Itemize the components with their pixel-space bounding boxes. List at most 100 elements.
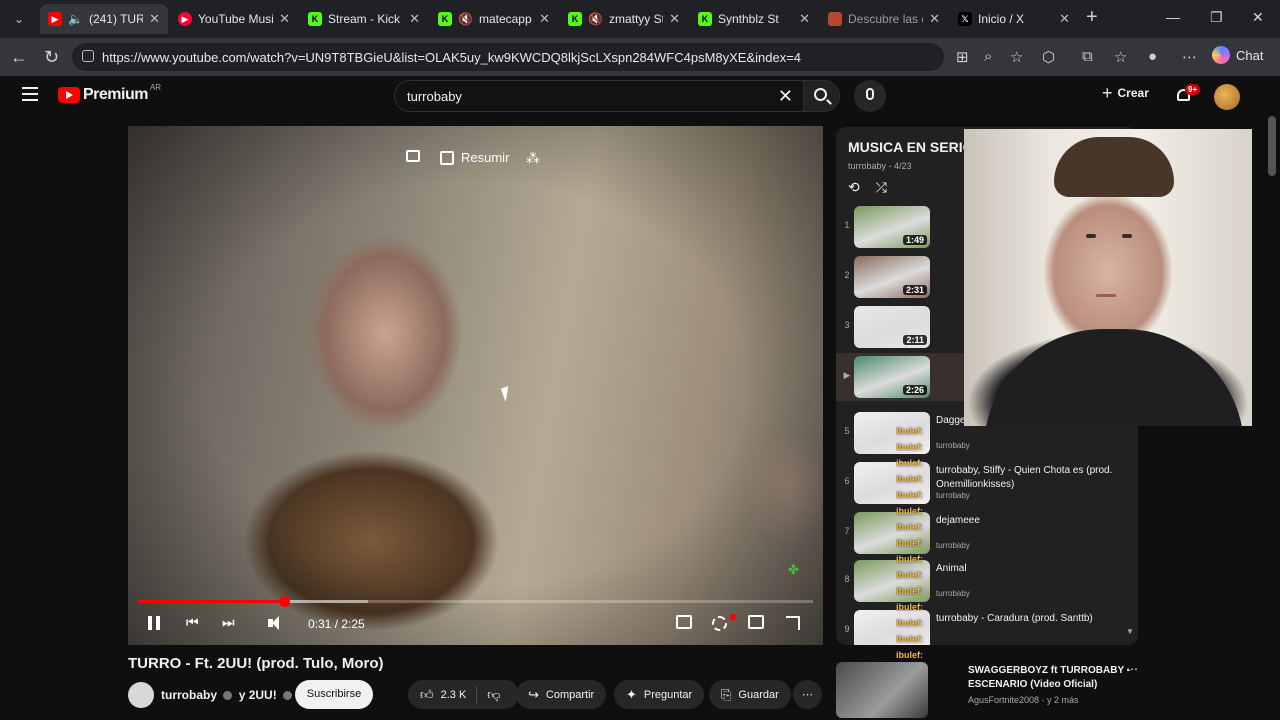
summary-icon [440, 150, 454, 165]
playlist-item-index: 9 [844, 624, 850, 634]
close-tab-icon[interactable]: ✕ [409, 11, 420, 27]
chat-username: ibulef: [896, 426, 923, 436]
recommended-video[interactable]: SWAGGERBOYZ ft TURROBABY - ESCENARIO (Vi… [836, 660, 1146, 720]
fullscreen-icon[interactable] [786, 616, 800, 630]
recommended-title[interactable]: SWAGGERBOYZ ft TURROBABY - ESCENARIO (Vi… [968, 664, 1138, 692]
split-screen-icon[interactable]: ⧉ [1082, 48, 1093, 65]
url-field[interactable]: https://www.youtube.com/watch?v=UN9T8TBG… [72, 43, 944, 71]
create-button[interactable]: + Crear [1102, 84, 1149, 102]
close-tab-icon[interactable]: ✕ [669, 11, 680, 27]
previous-track-icon[interactable]: ⏮ [186, 614, 199, 631]
zoom-icon[interactable]: ⌕ [984, 48, 992, 65]
recommended-thumbnail[interactable] [836, 662, 928, 718]
tab-label: (241) TURR [88, 12, 144, 26]
volume-icon[interactable] [268, 616, 282, 630]
next-track-icon[interactable]: ⏭ [222, 614, 235, 631]
tab-synthblz[interactable]: K Synthblz St ✕ [690, 4, 818, 34]
reload-icon[interactable]: ↻ [44, 47, 59, 68]
close-tab-icon[interactable]: ✕ [929, 11, 940, 27]
page-scrollbar[interactable] [1268, 116, 1276, 176]
muted-speaker-icon[interactable]: 🔇 [458, 12, 473, 26]
more-options-icon[interactable]: ⋯ [1126, 662, 1138, 676]
apps-grid-icon[interactable]: ⊞ [956, 48, 969, 66]
video-title: TURRO - Ft. 2UU! (prod. Tulo, Moro) [128, 655, 384, 672]
playlist-item-index: 2 [844, 270, 850, 280]
playlist-item-thumbnail[interactable]: 1:49 [854, 206, 930, 248]
loop-icon[interactable]: ⟲ [848, 179, 860, 195]
close-tab-icon[interactable]: ✕ [539, 11, 550, 27]
tab-youtube-music[interactable]: ▶ YouTube Music ✕ [170, 4, 298, 34]
search-icon [814, 88, 827, 101]
chat-username: ibulef: [896, 650, 923, 660]
like-count[interactable]: 2.3 K [441, 689, 467, 701]
chat-username: ibulef: [896, 586, 923, 596]
site-info-icon[interactable] [82, 50, 94, 62]
summarize-button[interactable]: Resumir [440, 150, 509, 165]
translate-icon[interactable]: ⁂ [526, 150, 540, 167]
menu-hamburger-icon[interactable] [22, 87, 38, 105]
speaker-icon[interactable]: 🔈 [68, 12, 83, 26]
ask-button[interactable]: ✦ Preguntar [614, 680, 705, 709]
close-window-icon[interactable]: ✕ [1252, 9, 1264, 26]
tab-zmattyy[interactable]: K 🔇 zmattyy St ✕ [560, 4, 688, 34]
close-tab-icon[interactable]: ✕ [799, 11, 810, 27]
youtube-premium-logo[interactable]: Premium AR [58, 83, 161, 104]
account-avatar[interactable] [1214, 84, 1240, 110]
muted-speaker-icon[interactable]: 🔇 [588, 12, 603, 26]
duration-badge: 2:11 [903, 335, 927, 345]
tab-label: zmattyy St [608, 12, 664, 26]
settings-gear-icon[interactable] [712, 616, 727, 631]
search-input[interactable]: turrobaby ✕ [394, 80, 804, 112]
search-button[interactable] [804, 80, 840, 112]
video-player[interactable]: Resumir ⁂ ✤ ⏮ ⏭ 0:31 / 2:25 [128, 126, 823, 645]
duration-badge: 1:49 [902, 235, 927, 245]
scroll-down-icon[interactable]: ▼ [1126, 627, 1134, 636]
streamer-eye [1086, 234, 1096, 238]
minimize-icon[interactable]: — [1166, 9, 1180, 25]
new-tab-plus-icon[interactable]: + [1086, 6, 1098, 29]
tab-label: YouTube Music [198, 12, 274, 26]
extensions-icon[interactable]: ⬡ [1042, 48, 1055, 66]
playlist-item-thumbnail[interactable]: 2:26 [854, 356, 930, 398]
save-button[interactable]: ⎘ Guardar [709, 680, 791, 709]
share-button[interactable]: ↪ Compartir [516, 680, 607, 709]
close-tab-icon[interactable]: ✕ [149, 11, 160, 27]
restore-icon[interactable]: ❐ [1210, 9, 1223, 26]
playlist-title[interactable]: MUSICA EN SERIO [848, 139, 974, 155]
clear-search-icon[interactable]: ✕ [778, 86, 793, 107]
close-tab-icon[interactable]: ✕ [279, 11, 290, 27]
back-arrow-icon[interactable]: ← [10, 47, 28, 68]
playlist-item-index: 5 [844, 426, 850, 436]
theater-mode-icon[interactable] [748, 615, 764, 629]
duration-badge: 2:31 [902, 285, 927, 295]
scrubber-handle[interactable] [278, 596, 290, 607]
tab-youtube-current[interactable]: ▶ 🔈 (241) TURR ✕ [40, 4, 168, 34]
tab-x-home[interactable]: 𝕏 Inicio / X ✕ [950, 4, 1078, 34]
shuffle-icon[interactable]: ⤮ [876, 179, 887, 195]
subscribe-button[interactable]: Suscribirse [295, 680, 373, 709]
channel-name[interactable]: turrobaby y 2UU! [161, 688, 295, 702]
thumbs-up-icon[interactable]: 👍︎ [420, 687, 434, 703]
voice-search-button[interactable] [854, 80, 886, 112]
playlist-item-thumbnail[interactable]: 2:11 [854, 306, 930, 348]
tab-matecapp[interactable]: K 🔇 matecapp ✕ [430, 4, 558, 34]
copilot-chat-button[interactable]: Chat [1212, 46, 1263, 64]
favorite-star-icon[interactable]: ☆ [1010, 48, 1023, 66]
tab-search-chevron-icon[interactable]: ⌄ [8, 8, 30, 30]
playlist-item-index: 7 [844, 526, 850, 536]
tab-descubre[interactable]: Descubre las co ✕ [820, 4, 948, 34]
profile-icon[interactable]: ● [1148, 48, 1157, 65]
thumbs-down-icon[interactable]: 👎︎ [487, 687, 500, 703]
pause-button-icon[interactable] [148, 616, 160, 630]
subtitles-icon[interactable] [676, 615, 692, 629]
playlist-item-thumbnail[interactable]: 2:31 [854, 256, 930, 298]
miniplayer-toggle-icon[interactable] [406, 150, 420, 162]
favorites-list-icon[interactable]: ☆ [1114, 48, 1127, 66]
more-actions-icon[interactable]: ⋯ [793, 680, 822, 709]
logo-text: Premium [83, 86, 148, 103]
tab-kick-stream[interactable]: K Stream - Kick D ✕ [300, 4, 428, 34]
channel-avatar[interactable] [128, 682, 154, 708]
more-menu-icon[interactable]: ⋯ [1182, 48, 1197, 66]
progress-bar[interactable] [138, 596, 813, 607]
close-tab-icon[interactable]: ✕ [1059, 11, 1070, 27]
